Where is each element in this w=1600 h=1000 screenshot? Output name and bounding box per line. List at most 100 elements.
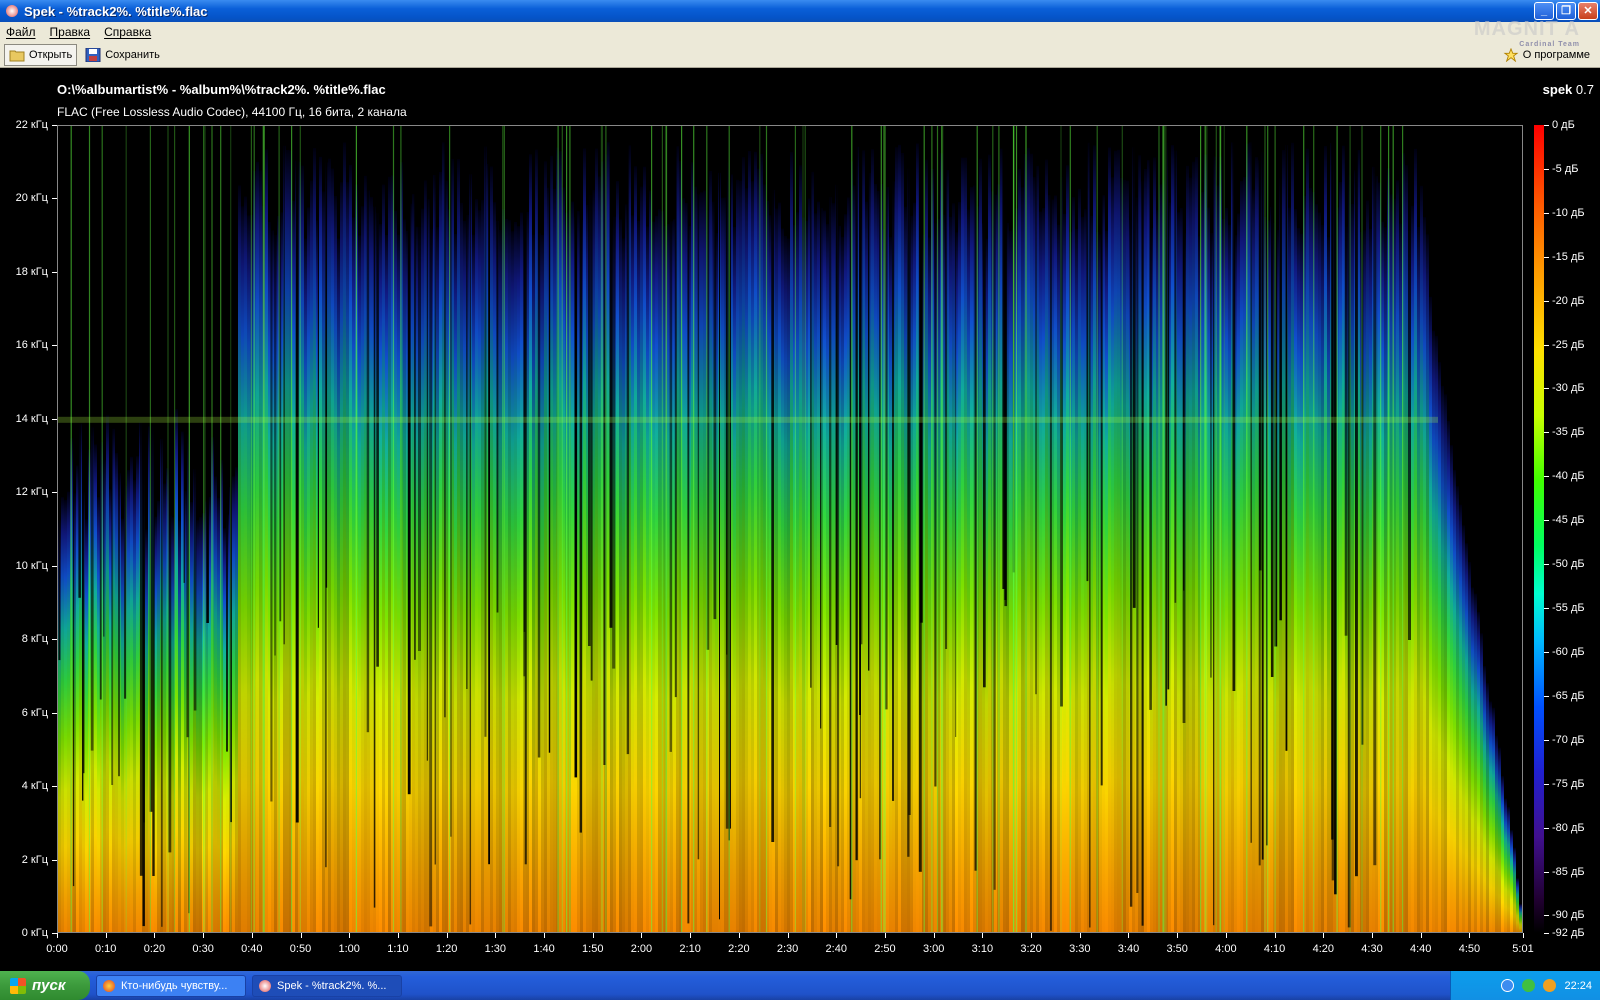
time-tick-label: 1:00 <box>338 943 360 955</box>
update-icon[interactable] <box>1543 979 1557 992</box>
time-tick-label: 2:50 <box>874 943 896 955</box>
frequency-tick-label: 4 кГц <box>21 780 48 793</box>
frequency-tick-label: 22 кГц <box>15 119 48 131</box>
star-icon <box>1503 48 1519 62</box>
network-icon[interactable] <box>1501 979 1515 992</box>
time-tick-mark <box>884 933 886 938</box>
time-tick-label: 1:10 <box>387 943 409 955</box>
db-tick-mark <box>1544 915 1549 917</box>
frequency-tick-mark <box>52 125 57 126</box>
frequency-tick-label: 0 кГц <box>21 927 48 939</box>
time-tick-mark <box>1079 933 1081 938</box>
db-tick-mark <box>1544 783 1549 785</box>
db-tick-mark <box>1544 168 1549 170</box>
open-button[interactable]: Открыть <box>4 43 78 66</box>
time-tick-label: 2:00 <box>630 943 653 955</box>
time-tick-mark <box>446 933 448 938</box>
save-button[interactable]: Сохранить <box>81 44 164 66</box>
time-tick-mark <box>933 933 935 938</box>
time-tick-mark <box>690 933 692 938</box>
db-tick-label: -25 дБ <box>1552 338 1585 351</box>
close-button[interactable]: ✕ <box>1578 2 1598 20</box>
db-tick-label: -92 дБ <box>1552 927 1585 939</box>
file-path: O:\%albumartist% - %album%\%track2%. %ti… <box>57 82 386 97</box>
file-info: FLAC (Free Lossless Audio Codec), 44100 … <box>57 105 407 119</box>
time-tick-label: 3:00 <box>922 943 945 955</box>
frequency-tick-mark <box>52 418 57 420</box>
spectrogram-image <box>58 126 1522 932</box>
frequency-tick-mark <box>52 345 57 347</box>
frequency-tick-label: 8 кГц <box>21 633 48 646</box>
time-tick-label: 0:30 <box>192 943 214 955</box>
db-tick-mark <box>1544 651 1549 653</box>
time-tick-label: 0:50 <box>289 943 312 955</box>
time-tick-label: 2:10 <box>679 943 701 955</box>
taskbar-item-label: Spek - %track2%. %... <box>277 979 387 992</box>
time-tick-label: 4:30 <box>1361 943 1383 955</box>
db-tick-label: -30 дБ <box>1552 382 1585 395</box>
taskbar-item-browser[interactable]: Кто-нибудь чувству... <box>96 974 246 997</box>
time-tick-mark <box>349 933 351 938</box>
time-tick-label: 0:00 <box>46 943 68 955</box>
time-tick-mark <box>544 933 546 938</box>
frequency-tick-label: 6 кГц <box>21 706 48 719</box>
frequency-tick-mark <box>52 859 57 861</box>
db-tick-mark <box>1544 827 1549 829</box>
folder-icon <box>9 50 25 61</box>
time-tick-mark <box>57 933 58 938</box>
time-tick-mark <box>495 933 497 938</box>
brand-version: 0.7 <box>1575 82 1594 97</box>
db-tick-mark <box>1544 212 1549 214</box>
time-tick-label: 3:40 <box>1117 943 1140 955</box>
open-label: Открыть <box>29 48 73 61</box>
db-tick-mark <box>1544 125 1549 126</box>
time-tick-mark <box>397 933 399 938</box>
db-tick-label: -85 дБ <box>1552 865 1585 878</box>
frequency-tick-label: 14 кГц <box>15 412 48 425</box>
window-title: Spek - %track2%. %title%.flac <box>24 3 208 19</box>
menu-help[interactable]: Справка <box>104 25 151 39</box>
frequency-tick-mark <box>52 565 57 567</box>
db-tick-mark <box>1544 933 1549 934</box>
frequency-tick-mark <box>52 492 57 494</box>
time-tick-mark <box>1274 933 1276 938</box>
time-tick-mark <box>738 933 740 938</box>
time-tick-mark <box>105 933 107 938</box>
db-tick-label: -55 дБ <box>1552 602 1585 615</box>
clock: 22:24 <box>1564 979 1592 992</box>
browser-icon <box>103 979 115 992</box>
brand-name: spek <box>1542 82 1573 97</box>
windows-logo-icon <box>10 977 26 994</box>
start-button[interactable]: пуск <box>0 971 90 1000</box>
time-tick-label: 4:10 <box>1263 943 1286 955</box>
toolbar: Открыть Сохранить О программе <box>0 42 1600 68</box>
db-tick-mark <box>1544 520 1549 522</box>
menu-bar: Файл Правка Справка <box>0 22 1600 42</box>
frequency-tick-label: 12 кГц <box>15 486 48 499</box>
db-tick-label: -35 дБ <box>1552 426 1585 439</box>
db-tick-mark <box>1544 344 1549 346</box>
time-tick-label: 2:40 <box>825 943 847 955</box>
frequency-tick-label: 2 кГц <box>21 853 48 866</box>
frequency-tick-label: 10 кГц <box>15 559 48 572</box>
time-tick-label: 0:40 <box>241 943 263 955</box>
time-tick-mark <box>300 933 302 938</box>
about-label: О программе <box>1522 49 1590 61</box>
taskbar-item-spek[interactable]: Spek - %track2%. %... <box>252 974 402 997</box>
db-tick-label: -70 дБ <box>1552 733 1585 746</box>
time-tick-mark <box>592 933 594 938</box>
time-tick-label: 0:20 <box>143 943 166 955</box>
time-tick-label: 1:50 <box>582 943 604 955</box>
db-tick-label: -80 дБ <box>1552 821 1585 834</box>
time-tick-label: 2:30 <box>776 943 799 955</box>
menu-edit[interactable]: Правка <box>50 25 91 39</box>
taskbar-item-label: Кто-нибудь чувству... <box>121 979 228 992</box>
time-tick-mark <box>787 933 789 938</box>
time-tick-label: 5:01 <box>1512 943 1534 955</box>
db-tick-label: -90 дБ <box>1552 909 1585 922</box>
db-tick-label: -40 дБ <box>1552 470 1585 483</box>
db-tick-label: -75 дБ <box>1552 777 1585 790</box>
frequency-tick-label: 18 кГц <box>15 265 48 278</box>
menu-file[interactable]: Файл <box>6 25 36 39</box>
antivirus-icon[interactable] <box>1522 979 1536 992</box>
